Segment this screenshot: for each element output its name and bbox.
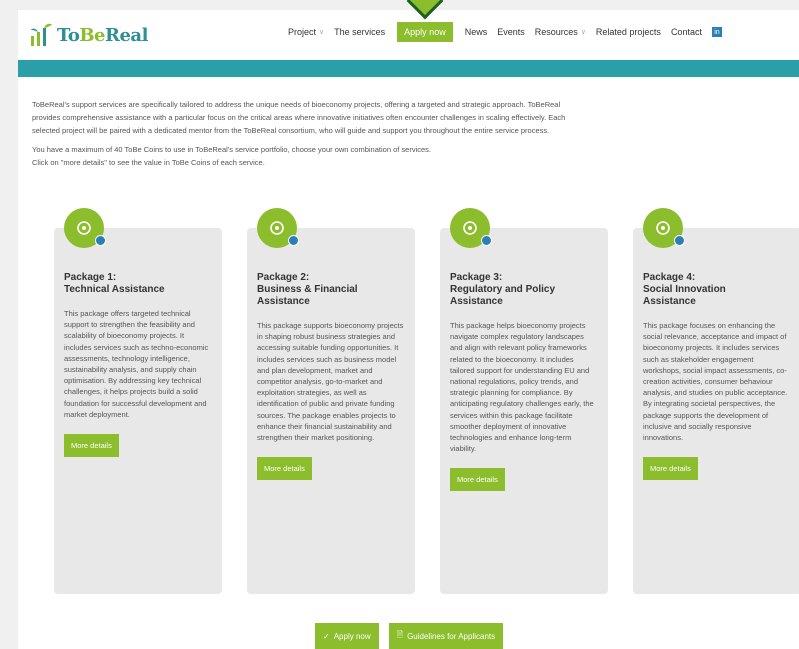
badge-dot: [95, 235, 106, 246]
more-details-button[interactable]: More details: [257, 457, 312, 481]
hero-bar: [18, 60, 799, 77]
package-title: Package 2: Business & Financial Assistance: [257, 272, 358, 307]
page: ToBeReal Project ∨ The services Apply now Ne…: [18, 10, 799, 649]
nav-item-related-projects[interactable]: Related projects: [596, 27, 661, 37]
nav-item-news[interactable]: News: [465, 27, 488, 37]
chevron-down-icon: ∨: [580, 29, 586, 36]
package-card: Package 4: Social Innovation Assistance Thi…: [633, 208, 799, 594]
more-details-button[interactable]: More details: [450, 468, 505, 492]
intro-line: provides comprehensive assistance with a…: [32, 113, 566, 122]
logo-plant-icon: [31, 23, 52, 46]
nav-item-the-services[interactable]: The services: [334, 27, 385, 37]
package-description: This package focuses on enhancing the so…: [643, 321, 788, 443]
check-circle-icon: ✓: [323, 631, 330, 641]
people-icon: [643, 208, 685, 248]
package-card: Package 3: Regulatory and Policy Assistanc…: [440, 208, 608, 594]
intro-line: ToBeReal's support services are specific…: [32, 100, 561, 109]
intro-line: You have a maximum of 40 ToBe Coins to u…: [32, 145, 432, 154]
nav-item-resources[interactable]: Resources ∨: [535, 27, 586, 37]
package-description: This package helps bioeconomy projects n…: [450, 321, 594, 454]
chevron-down-icon: ∨: [319, 29, 325, 36]
badge-dot: [674, 235, 685, 246]
badge-dot: [288, 235, 299, 246]
nav-item-apply-now[interactable]: Apply now: [397, 22, 453, 42]
package-description: This package supports bioeconomy project…: [257, 321, 404, 443]
more-details-button[interactable]: More details: [64, 434, 119, 458]
package-description: This package offers targeted technical s…: [64, 309, 209, 419]
nav-item-contact[interactable]: Contact: [671, 27, 702, 37]
more-details-button[interactable]: More details: [643, 457, 698, 481]
package-card: Package 2: Business & Financial Assistance…: [247, 208, 415, 594]
header: ToBeReal Project ∨ The services Apply now Ne…: [18, 10, 799, 60]
intro-line: Click on "more details" to see the value…: [32, 158, 265, 167]
package-title: Package 3: Regulatory and Policy Assistanc…: [450, 272, 556, 307]
logo[interactable]: ToBeReal: [28, 22, 148, 48]
bottom-actions: ✓ Apply now 🗎 Guidelines for Applicants: [315, 623, 504, 649]
package-title: Package 1: Technical Assistance: [64, 272, 165, 295]
document-icon: [450, 208, 492, 248]
main-nav: Project ∨ The services Apply now News Events R…: [288, 22, 722, 42]
gear-icon: [64, 208, 106, 248]
nav-item-project[interactable]: Project ∨: [288, 27, 324, 37]
apply-now-button[interactable]: ✓ Apply now: [315, 623, 379, 649]
package-title: Package 4: Social Innovation Assistance: [643, 272, 726, 307]
logo-text: ToBeReal: [57, 24, 148, 46]
chart-icon: [257, 208, 299, 248]
package-card: Package 1: Technical Assistance This packa…: [54, 208, 222, 594]
document-icon: 🗎: [396, 630, 404, 639]
linkedin-icon[interactable]: in: [711, 27, 722, 37]
nav-item-events[interactable]: Events: [497, 27, 525, 37]
intro-text: ToBeReal's support services are specific…: [32, 98, 792, 169]
guidelines-button[interactable]: 🗎 Guidelines for Applicants: [388, 623, 504, 649]
badge-dot: [481, 235, 492, 246]
intro-line: selected project will be paired with a d…: [32, 126, 550, 135]
